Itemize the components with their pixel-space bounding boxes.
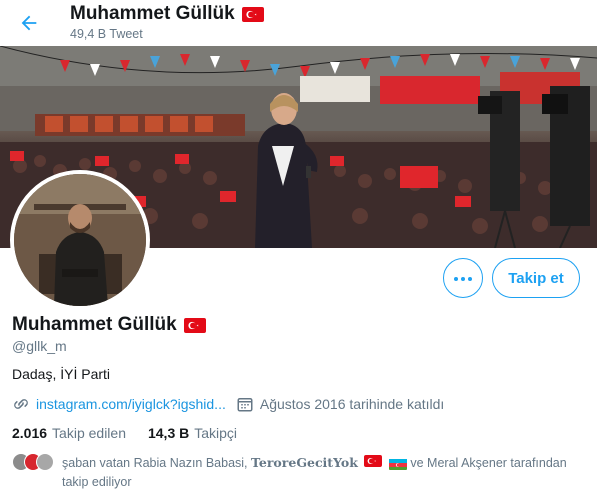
followers-count: 14,3 B xyxy=(147,425,190,441)
profile-name-text: Muhammet Güllük xyxy=(12,314,177,335)
joined-date: Ağustos 2016 tarihinde katıldı xyxy=(259,396,445,412)
profile-meta: instagram.com/iyiglck?igshid... Ağustos … xyxy=(12,395,444,413)
calendar-icon xyxy=(236,395,254,413)
follow-button[interactable]: Takip et xyxy=(492,258,580,298)
profile-bio: Dadaş, İYİ Parti xyxy=(12,366,111,382)
link-icon xyxy=(12,395,30,413)
profile-name: Muhammet Güllük xyxy=(12,314,206,336)
header-name: Muhammet Güllük xyxy=(70,3,235,24)
following-stat[interactable]: 2.016 Takip edilen xyxy=(12,425,126,441)
tweet-count: 49,4 B Tweet xyxy=(70,27,143,41)
joined-info: Ağustos 2016 tarihinde katıldı xyxy=(236,395,444,413)
back-button[interactable] xyxy=(14,8,44,38)
profile-header: Muhammet Güllük 49,4 B Tweet xyxy=(0,0,597,46)
followers-label: Takipçi xyxy=(194,425,238,441)
followed-by-part1: şaban vatan Rabia Nazın Babasi, xyxy=(62,456,248,470)
followed-by-text: şaban vatan Rabia Nazın Babasi, TeroreGe… xyxy=(12,453,582,492)
more-options-button[interactable] xyxy=(443,258,483,298)
followed-by[interactable]: şaban vatan Rabia Nazın Babasi, TeroreGe… xyxy=(12,453,582,492)
profile-stats: 2.016 Takip edilen 14,3 B Takipçi xyxy=(12,425,259,441)
more-horizontal-icon xyxy=(453,269,473,287)
following-count: 2.016 xyxy=(12,425,48,441)
follower-avatars xyxy=(12,453,54,471)
profile-handle: @gllk_m xyxy=(12,338,67,354)
followers-stat[interactable]: 14,3 B Takipçi xyxy=(148,425,237,441)
azerbaijan-flag-icon xyxy=(388,458,407,470)
turkey-flag-icon xyxy=(364,455,383,467)
followed-by-name2: TeroreGecitYok xyxy=(251,455,358,470)
turkey-flag-icon xyxy=(241,6,264,22)
following-label: Takip edilen xyxy=(52,425,126,441)
avatar[interactable] xyxy=(10,170,150,310)
header-title: Muhammet Güllük xyxy=(70,3,264,25)
turkey-flag-icon xyxy=(183,317,206,333)
profile-link[interactable]: instagram.com/iyiglck?igshid... xyxy=(36,396,226,412)
avatar xyxy=(36,453,54,471)
arrow-left-icon xyxy=(14,15,44,42)
